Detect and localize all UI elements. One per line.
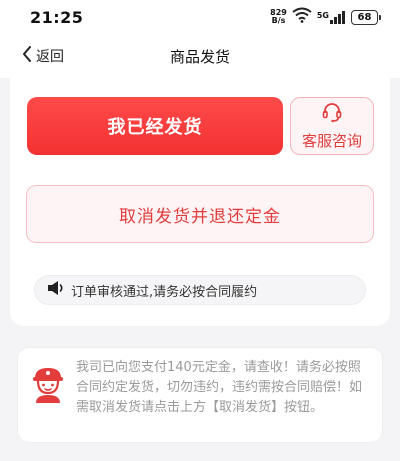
confirm-shipped-button[interactable]: 我已经发货: [27, 97, 283, 155]
courier-avatar-icon: [30, 364, 66, 432]
status-icons: 829 B/s 5G 68: [270, 7, 381, 27]
battery-level: 68: [357, 11, 372, 23]
megaphone-icon: [47, 280, 65, 300]
notice-text: 订单审核通过,请务必按合同履约: [71, 284, 258, 300]
shipping-actions-card: 我已经发货 客服咨询 取消发货并退还定金 订单审核通过,请务必按合同履约: [10, 78, 390, 326]
network-speed-unit: B/s: [271, 16, 286, 25]
battery-indicator: 68: [351, 9, 381, 25]
customer-service-label: 客服咨询: [301, 132, 362, 150]
wifi-icon: [292, 7, 312, 27]
customer-service-button[interactable]: 客服咨询: [290, 97, 374, 155]
cancel-shipping-refund-button[interactable]: 取消发货并退还定金: [26, 185, 374, 243]
nav-bar: 返回 商品发货: [0, 34, 400, 78]
status-time: 21:25: [30, 7, 84, 27]
deposit-tip-card: 我司已向您支付140元定金，请查收！请务必按照合同约定发货，切勿违约，违约需按合…: [17, 347, 383, 443]
headset-icon: [321, 101, 343, 127]
cellular-signal-icon: 5G: [316, 10, 346, 24]
deposit-tip-text: 我司已向您支付140元定金，请查收！请务必按照合同约定发货，切勿违约，违约需按合…: [76, 360, 363, 415]
signal-type-label: 5G: [316, 10, 329, 20]
page-title: 商品发货: [169, 48, 230, 66]
notice-bar: 订单审核通过,请务必按合同履约: [34, 275, 366, 305]
status-bar: 21:25 829 B/s 5G 68: [0, 0, 400, 34]
network-speed: 829 B/s: [270, 9, 287, 25]
